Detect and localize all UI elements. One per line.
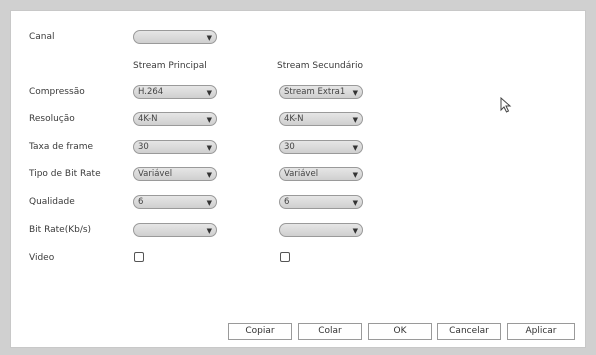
sub-taxa-select[interactable]: 30 ▼ [279,140,363,154]
colar-button[interactable]: Colar [298,323,362,340]
label-compressao: Compressão [29,87,85,97]
main-bitrate-select[interactable]: ▼ [133,223,217,237]
sub-video-checkbox[interactable] [280,252,290,262]
main-tipo-select[interactable]: Variável ▼ [133,167,217,181]
main-tipo-value: Variável [138,169,173,179]
settings-panel: Canal Stream Principal Stream Secundário… [10,10,586,348]
sub-compressao-select[interactable]: Stream Extra1 ▼ [279,85,363,99]
sub-taxa-value: 30 [284,142,295,152]
label-video: Video [29,253,55,263]
sub-qualidade-value: 6 [284,197,290,207]
sub-tipo-value: Variável [284,169,319,179]
chevron-down-icon: ▼ [352,116,358,124]
main-qualidade-value: 6 [138,197,144,207]
sub-bitrate-select[interactable]: ▼ [279,223,363,237]
chevron-down-icon: ▼ [206,89,212,97]
label-resolucao: Resolução [29,114,75,124]
chevron-down-icon: ▼ [352,199,358,207]
chevron-down-icon: ▼ [206,227,212,235]
chevron-down-icon: ▼ [352,144,358,152]
chevron-down-icon: ▼ [206,116,212,124]
label-tipo-bit-rate: Tipo de Bit Rate [29,169,101,179]
column-header-sub-stream: Stream Secundário [277,61,363,71]
main-video-checkbox[interactable] [134,252,144,262]
aplicar-button[interactable]: Aplicar [507,323,575,340]
main-resolucao-value: 4K-N [138,114,158,124]
column-header-main-stream: Stream Principal [133,61,207,71]
main-qualidade-select[interactable]: 6 ▼ [133,195,217,209]
chevron-down-icon: ▼ [206,199,212,207]
sub-resolucao-select[interactable]: 4K-N ▼ [279,112,363,126]
copiar-button[interactable]: Copiar [228,323,292,340]
sub-tipo-select[interactable]: Variável ▼ [279,167,363,181]
sub-compressao-value: Stream Extra1 [284,87,346,97]
chevron-down-icon: ▼ [352,227,358,235]
main-resolucao-select[interactable]: 4K-N ▼ [133,112,217,126]
mouse-pointer-icon [500,97,512,113]
main-taxa-select[interactable]: 30 ▼ [133,140,217,154]
chevron-down-icon: ▼ [206,171,212,179]
sub-qualidade-select[interactable]: 6 ▼ [279,195,363,209]
label-bit-rate: Bit Rate(Kb/s) [29,225,92,235]
ok-button[interactable]: OK [368,323,432,340]
sub-resolucao-value: 4K-N [284,114,304,124]
main-compressao-value: H.264 [138,87,164,97]
chevron-down-icon: ▼ [206,34,212,42]
main-taxa-value: 30 [138,142,149,152]
label-qualidade: Qualidade [29,197,75,207]
cancelar-button[interactable]: Cancelar [437,323,501,340]
label-canal: Canal [29,32,55,42]
chevron-down-icon: ▼ [352,89,358,97]
chevron-down-icon: ▼ [206,144,212,152]
label-taxa-de-frame: Taxa de frame [29,142,94,152]
canal-select[interactable]: ▼ [133,30,217,44]
chevron-down-icon: ▼ [352,171,358,179]
main-compressao-select[interactable]: H.264 ▼ [133,85,217,99]
